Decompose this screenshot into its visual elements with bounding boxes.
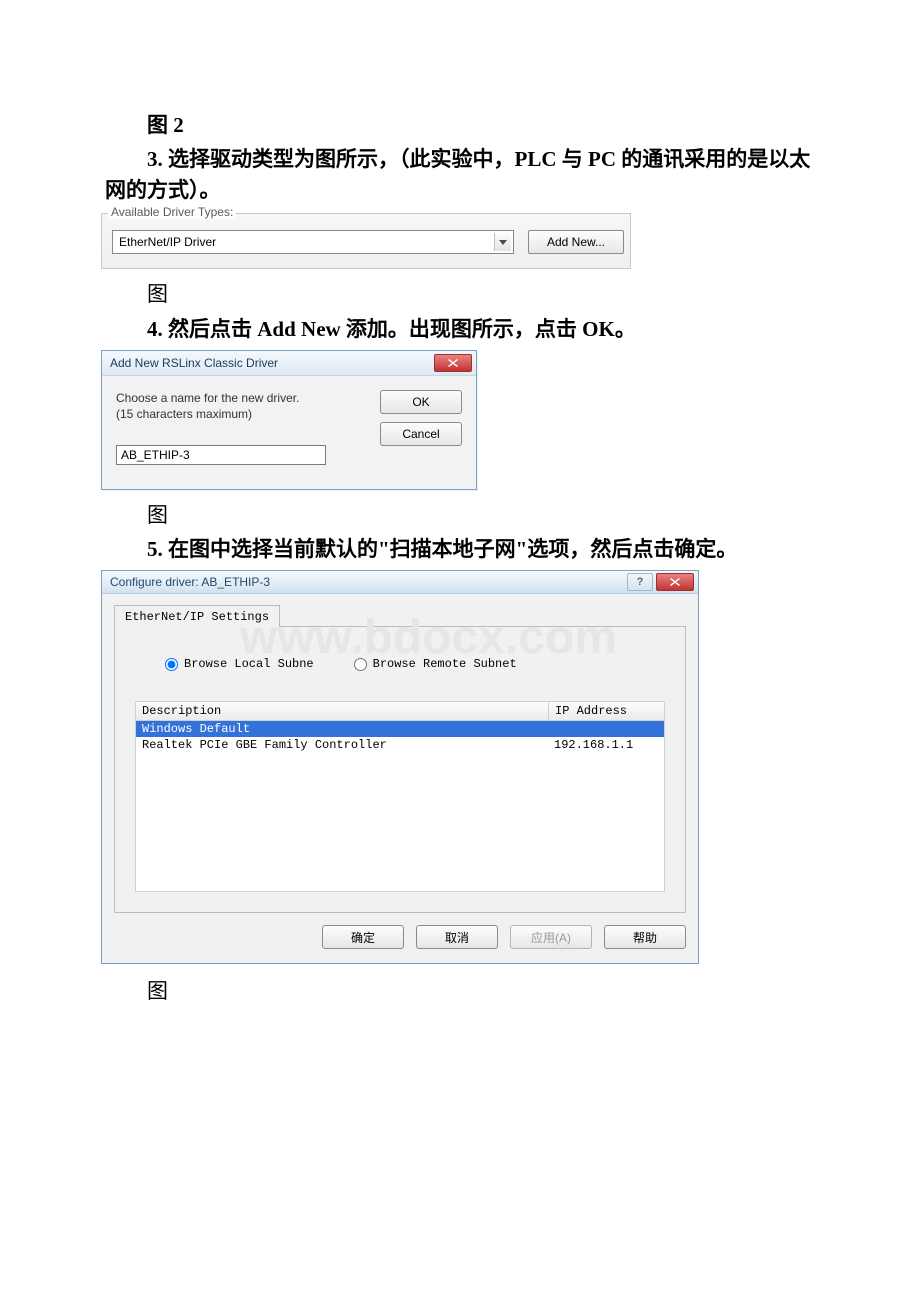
add-new-instruction: Choose a name for the new driver. (15 ch… — [116, 390, 362, 422]
caption-fig2: 图 2 — [105, 110, 815, 140]
tab-ethernet-ip-settings[interactable]: EtherNet/IP Settings — [114, 605, 280, 627]
radio-local-label: Browse Local Subne — [184, 657, 314, 671]
col-description[interactable]: Description — [136, 702, 549, 720]
radio-remote-input[interactable] — [354, 658, 367, 671]
help-icon[interactable]: ? — [627, 573, 653, 591]
caption-fig-b: 图 — [105, 500, 815, 530]
radio-browse-local[interactable]: Browse Local Subne — [165, 657, 314, 671]
caption-fig-a: 图 — [105, 279, 815, 309]
list-item-desc: Windows Default — [136, 721, 548, 737]
list-item[interactable]: Realtek PCIe GBE Family Controller 192.1… — [136, 737, 664, 753]
add-new-button[interactable]: Add New... — [528, 230, 624, 254]
step-3-text: 3. 选择驱动类型为图所示，（此实验中，PLC 与 PC 的通讯采用的是以太网的… — [105, 144, 815, 205]
step-4-text: 4. 然后点击 Add New 添加。出现图所示，点击 OK。 — [105, 314, 815, 344]
driver-type-selected: EtherNet/IP Driver — [119, 235, 216, 249]
apply-button[interactable]: 应用(A) — [510, 925, 592, 949]
list-item-ip: 192.168.1.1 — [548, 737, 664, 753]
ok-button[interactable]: OK — [380, 390, 462, 414]
col-ip-address[interactable]: IP Address — [549, 702, 664, 720]
list-item[interactable]: Windows Default — [136, 721, 664, 737]
list-header: Description IP Address — [135, 701, 665, 721]
list-item-ip — [548, 721, 664, 737]
radio-remote-label: Browse Remote Subnet — [373, 657, 517, 671]
dropdown-arrow-icon[interactable] — [494, 233, 511, 251]
driver-name-input[interactable] — [116, 445, 326, 465]
cancel-button[interactable]: 取消 — [416, 925, 498, 949]
help-button[interactable]: 帮助 — [604, 925, 686, 949]
tab-panel: Browse Local Subne Browse Remote Subnet … — [114, 626, 686, 913]
config-title-text: Configure driver: AB_ETHIP-3 — [110, 575, 270, 589]
add-new-titlebar: Add New RSLinx Classic Driver — [102, 351, 476, 376]
add-new-driver-dialog: Add New RSLinx Classic Driver Choose a n… — [101, 350, 477, 489]
step-5-text: 5. 在图中选择当前默认的"扫描本地子网"选项，然后点击确定。 — [105, 534, 815, 564]
cancel-button[interactable]: Cancel — [380, 422, 462, 446]
driver-types-legend: Available Driver Types: — [108, 205, 236, 219]
configure-driver-dialog: Configure driver: AB_ETHIP-3 ? EtherNet/… — [101, 570, 699, 964]
config-titlebar: Configure driver: AB_ETHIP-3 ? — [102, 571, 698, 594]
adapter-list[interactable]: Windows Default Realtek PCIe GBE Family … — [135, 721, 665, 892]
caption-fig-c: 图 — [105, 976, 815, 1006]
driver-types-groupbox: Available Driver Types: EtherNet/IP Driv… — [101, 213, 631, 269]
list-item-desc: Realtek PCIe GBE Family Controller — [136, 737, 548, 753]
ok-button[interactable]: 确定 — [322, 925, 404, 949]
radio-browse-remote[interactable]: Browse Remote Subnet — [354, 657, 517, 671]
radio-local-input[interactable] — [165, 658, 178, 671]
close-icon[interactable] — [434, 354, 472, 372]
close-icon[interactable] — [656, 573, 694, 591]
driver-type-combobox[interactable]: EtherNet/IP Driver — [112, 230, 514, 254]
add-new-title-text: Add New RSLinx Classic Driver — [110, 356, 278, 370]
